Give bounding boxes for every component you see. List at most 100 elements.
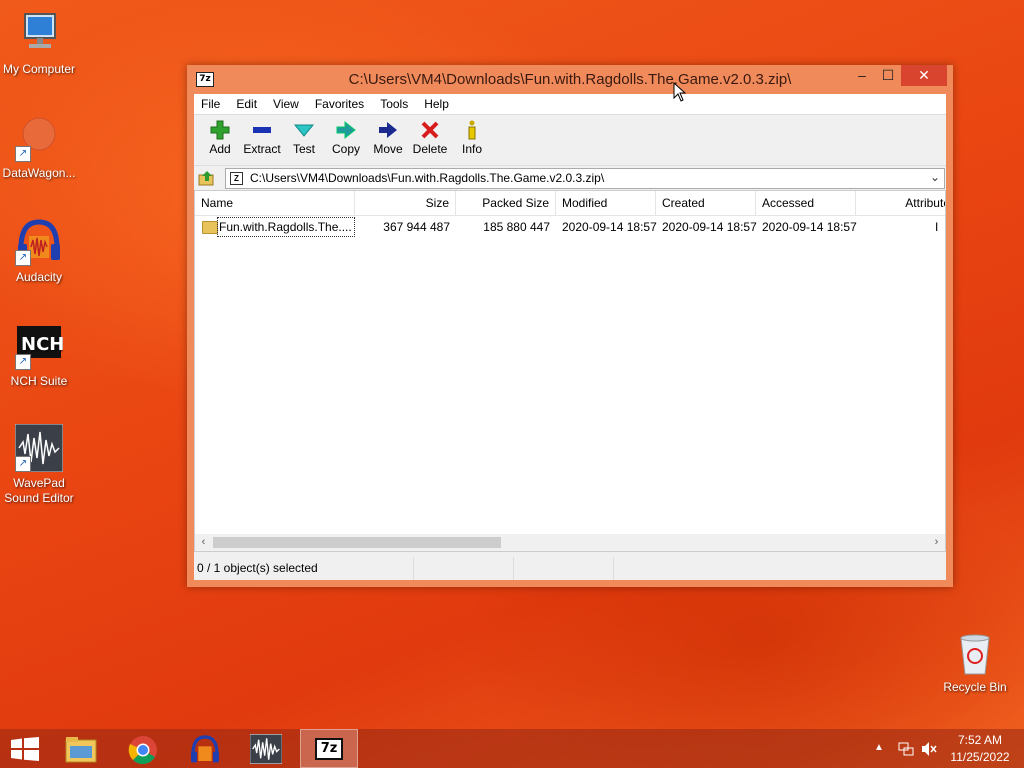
window-client: File Edit View Favorites Tools Help Add … bbox=[194, 94, 946, 580]
test-button[interactable]: Test bbox=[283, 115, 325, 165]
taskbar-audacity[interactable] bbox=[176, 729, 234, 768]
column-created[interactable]: Created bbox=[656, 191, 756, 215]
desktop-icon-label: DataWagon... bbox=[2, 166, 76, 180]
chrome-icon bbox=[128, 736, 157, 765]
desktop-icon-nch-suite[interactable]: NCH ↗ NCH Suite bbox=[0, 322, 79, 389]
status-segment bbox=[514, 557, 614, 580]
taskbar-file-explorer[interactable] bbox=[52, 729, 110, 768]
scroll-right-icon[interactable]: › bbox=[928, 534, 945, 551]
shortcut-arrow-icon: ↗ bbox=[15, 146, 31, 162]
svg-text:NCH: NCH bbox=[21, 334, 63, 355]
row-created: 2020-09-14 18:57 bbox=[662, 220, 757, 234]
x-icon bbox=[409, 119, 451, 141]
taskbar: 7z ▲ 7:52 AM 11/25/2022 bbox=[0, 729, 1024, 768]
column-attribute[interactable]: Attribute bbox=[856, 191, 945, 215]
menu-help[interactable]: Help bbox=[416, 94, 457, 114]
row-name: Fun.with.Ragdolls.The.... bbox=[217, 217, 355, 237]
datawagon-icon: ↗ bbox=[15, 114, 63, 162]
maximize-button[interactable]: ☐ bbox=[873, 65, 903, 86]
taskbar-7zip[interactable]: 7z bbox=[300, 729, 358, 768]
clock-time[interactable]: 7:52 AM bbox=[948, 733, 1012, 747]
check-icon bbox=[283, 119, 325, 141]
desktop-icon-recycle-bin[interactable]: Recycle Bin bbox=[935, 632, 1015, 695]
add-button[interactable]: Add bbox=[199, 115, 241, 165]
status-segment bbox=[614, 557, 946, 580]
arrow-right-icon bbox=[367, 119, 409, 141]
recycle-bin-icon bbox=[951, 632, 999, 676]
file-list[interactable]: Name Size Packed Size Modified Created A… bbox=[194, 190, 946, 552]
horizontal-scrollbar[interactable]: ‹ › bbox=[195, 534, 945, 551]
taskbar-wavepad[interactable] bbox=[238, 729, 296, 768]
column-size[interactable]: Size bbox=[355, 191, 456, 215]
windows-logo-icon bbox=[11, 737, 39, 761]
close-button[interactable]: ✕ bbox=[901, 65, 947, 86]
row-size: 367 944 487 bbox=[383, 220, 450, 234]
double-arrow-icon bbox=[325, 119, 367, 141]
move-button[interactable]: Move bbox=[367, 115, 409, 165]
clock-date[interactable]: 11/25/2022 bbox=[948, 750, 1012, 764]
info-icon bbox=[451, 119, 493, 141]
scrollbar-thumb[interactable] bbox=[213, 537, 501, 548]
row-attribute: I bbox=[935, 220, 939, 234]
list-header: Name Size Packed Size Modified Created A… bbox=[195, 191, 945, 216]
desktop-icon-wavepad[interactable]: ↗ WavePad Sound Editor bbox=[0, 423, 79, 506]
delete-label: Delete bbox=[412, 142, 448, 156]
info-button[interactable]: Info bbox=[451, 115, 493, 165]
wavepad-icon bbox=[250, 734, 282, 764]
chevron-down-icon[interactable]: ⌄ bbox=[930, 170, 940, 184]
column-packed-size[interactable]: Packed Size bbox=[456, 191, 556, 215]
desktop-icon-label: Audacity bbox=[15, 270, 63, 284]
status-segment bbox=[414, 557, 514, 580]
menu-file[interactable]: File bbox=[194, 94, 228, 114]
menu-favorites[interactable]: Favorites bbox=[307, 94, 372, 114]
toolbar: Add Extract Test Copy Move Delete Info bbox=[194, 115, 946, 166]
audacity-icon: ↗ bbox=[15, 218, 63, 266]
menu-edit[interactable]: Edit bbox=[228, 94, 265, 114]
menu-bar: File Edit View Favorites Tools Help bbox=[194, 94, 946, 115]
desktop-icon-audacity[interactable]: ↗ Audacity bbox=[0, 218, 79, 285]
desktop-icon-label: Sound Editor bbox=[4, 491, 74, 505]
desktop-icon-label: WavePad bbox=[13, 476, 65, 490]
computer-icon bbox=[15, 10, 63, 58]
network-icon[interactable] bbox=[898, 741, 914, 757]
audacity-icon bbox=[191, 735, 219, 763]
extract-button[interactable]: Extract bbox=[241, 115, 283, 165]
copy-button[interactable]: Copy bbox=[325, 115, 367, 165]
desktop-icon-label: NCH Suite bbox=[10, 374, 68, 388]
test-label: Test bbox=[292, 142, 315, 156]
title-bar[interactable]: 7z C:\Users\VM4\Downloads\Fun.with.Ragdo… bbox=[187, 65, 953, 94]
add-label: Add bbox=[209, 142, 231, 156]
menu-tools[interactable]: Tools bbox=[372, 94, 416, 114]
copy-label: Copy bbox=[331, 142, 360, 156]
folder-icon bbox=[65, 737, 97, 763]
column-accessed[interactable]: Accessed bbox=[756, 191, 856, 215]
shortcut-arrow-icon: ↗ bbox=[15, 354, 31, 370]
delete-button[interactable]: Delete bbox=[409, 115, 451, 165]
speaker-muted-icon[interactable] bbox=[921, 741, 937, 757]
up-folder-button[interactable] bbox=[198, 169, 216, 187]
7zip-icon: 7z bbox=[315, 738, 343, 760]
start-button[interactable] bbox=[0, 729, 58, 768]
taskbar-chrome[interactable] bbox=[114, 729, 172, 768]
7zip-app-icon[interactable]: 7z bbox=[196, 72, 214, 87]
plus-icon bbox=[199, 119, 241, 141]
column-name[interactable]: Name bbox=[195, 191, 355, 215]
folder-icon bbox=[202, 221, 218, 234]
zip-archive-icon: Z bbox=[230, 172, 243, 185]
column-modified[interactable]: Modified bbox=[556, 191, 656, 215]
show-hidden-icons-button[interactable]: ▲ bbox=[874, 742, 884, 753]
nch-icon: NCH ↗ bbox=[15, 322, 64, 370]
desktop-icon-my-computer[interactable]: My Computer bbox=[0, 10, 79, 77]
menu-view[interactable]: View bbox=[265, 94, 307, 114]
7zip-window: 7z C:\Users\VM4\Downloads\Fun.with.Ragdo… bbox=[187, 65, 953, 587]
address-field[interactable]: Z C:\Users\VM4\Downloads\Fun.with.Ragdol… bbox=[225, 168, 945, 189]
address-bar: Z C:\Users\VM4\Downloads\Fun.with.Ragdol… bbox=[194, 166, 946, 191]
window-title: C:\Users\VM4\Downloads\Fun.with.Ragdolls… bbox=[348, 71, 792, 88]
desktop-icon-label: Recycle Bin bbox=[943, 680, 1007, 694]
row-accessed: 2020-09-14 18:57 bbox=[762, 220, 857, 234]
scroll-left-icon[interactable]: ‹ bbox=[195, 534, 212, 551]
row-modified: 2020-09-14 18:57 bbox=[562, 220, 657, 234]
desktop-icon-datawagon[interactable]: ↗ DataWagon... bbox=[0, 114, 79, 181]
desktop-icon-label: My Computer bbox=[2, 62, 76, 76]
table-row[interactable]: Fun.with.Ragdolls.The.... 367 944 487 18… bbox=[195, 217, 945, 237]
